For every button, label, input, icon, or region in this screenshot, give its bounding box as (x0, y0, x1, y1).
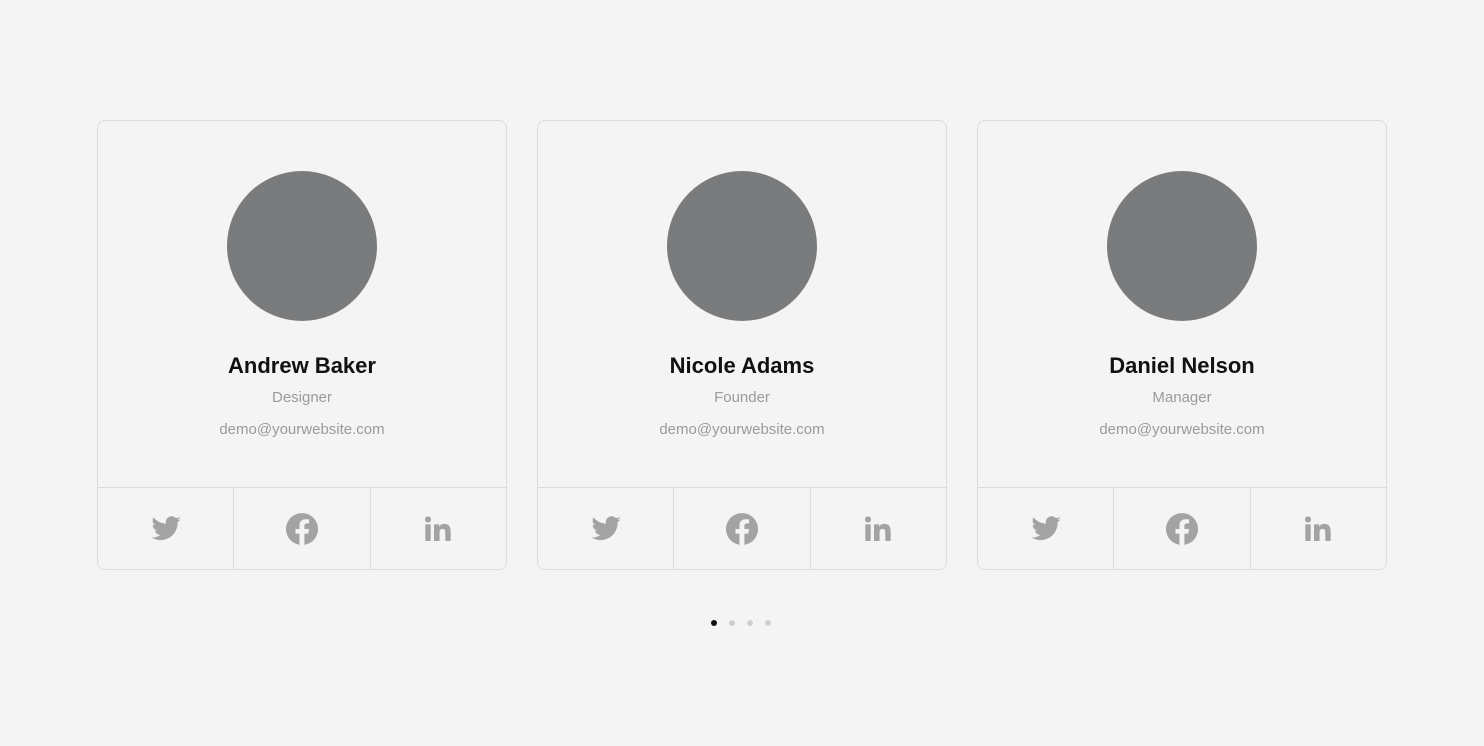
facebook-icon (1165, 512, 1198, 545)
team-card: Nicole Adams Founder demo@yourwebsite.co… (537, 120, 947, 570)
member-role: Designer (271, 389, 333, 406)
twitter-link[interactable] (98, 488, 233, 569)
twitter-icon (150, 515, 181, 540)
team-carousel: Andrew Baker Designer demo@yourwebsite.c… (0, 0, 1484, 746)
card-body: Daniel Nelson Manager demo@yourwebsite.c… (978, 121, 1386, 487)
avatar (227, 171, 377, 321)
linkedin-link[interactable] (809, 488, 946, 569)
card-body: Nicole Adams Founder demo@yourwebsite.co… (538, 121, 946, 487)
linkedin-icon (425, 515, 451, 541)
twitter-link[interactable] (978, 488, 1113, 569)
social-links (98, 487, 506, 569)
facebook-link[interactable] (673, 488, 809, 569)
member-name: Daniel Nelson (1109, 353, 1255, 378)
social-links (978, 487, 1386, 569)
pagination-dot[interactable] (711, 620, 717, 626)
linkedin-link[interactable] (369, 488, 506, 569)
facebook-icon (285, 512, 318, 545)
facebook-link[interactable] (233, 488, 369, 569)
member-role: Founder (714, 389, 770, 406)
facebook-icon (725, 512, 758, 545)
card-body: Andrew Baker Designer demo@yourwebsite.c… (98, 121, 506, 487)
twitter-icon (590, 515, 621, 540)
member-email: demo@yourwebsite.com (219, 421, 385, 438)
linkedin-icon (865, 515, 891, 541)
pagination-dot[interactable] (747, 620, 753, 626)
linkedin-icon (1305, 515, 1331, 541)
team-card: Daniel Nelson Manager demo@yourwebsite.c… (977, 120, 1387, 570)
team-cards: Andrew Baker Designer demo@yourwebsite.c… (97, 120, 1387, 570)
twitter-icon (1030, 515, 1061, 540)
team-card: Andrew Baker Designer demo@yourwebsite.c… (97, 120, 507, 570)
member-email: demo@yourwebsite.com (659, 421, 825, 438)
member-email: demo@yourwebsite.com (1099, 421, 1265, 438)
facebook-link[interactable] (1113, 488, 1249, 569)
pagination-dot[interactable] (729, 620, 735, 626)
linkedin-link[interactable] (1249, 488, 1386, 569)
carousel-pagination (711, 620, 771, 626)
avatar (1107, 171, 1257, 321)
avatar (667, 171, 817, 321)
member-name: Andrew Baker (228, 353, 376, 378)
social-links (538, 487, 946, 569)
twitter-link[interactable] (538, 488, 673, 569)
pagination-dot[interactable] (765, 620, 771, 626)
member-name: Nicole Adams (669, 353, 815, 378)
member-role: Manager (1152, 389, 1212, 406)
